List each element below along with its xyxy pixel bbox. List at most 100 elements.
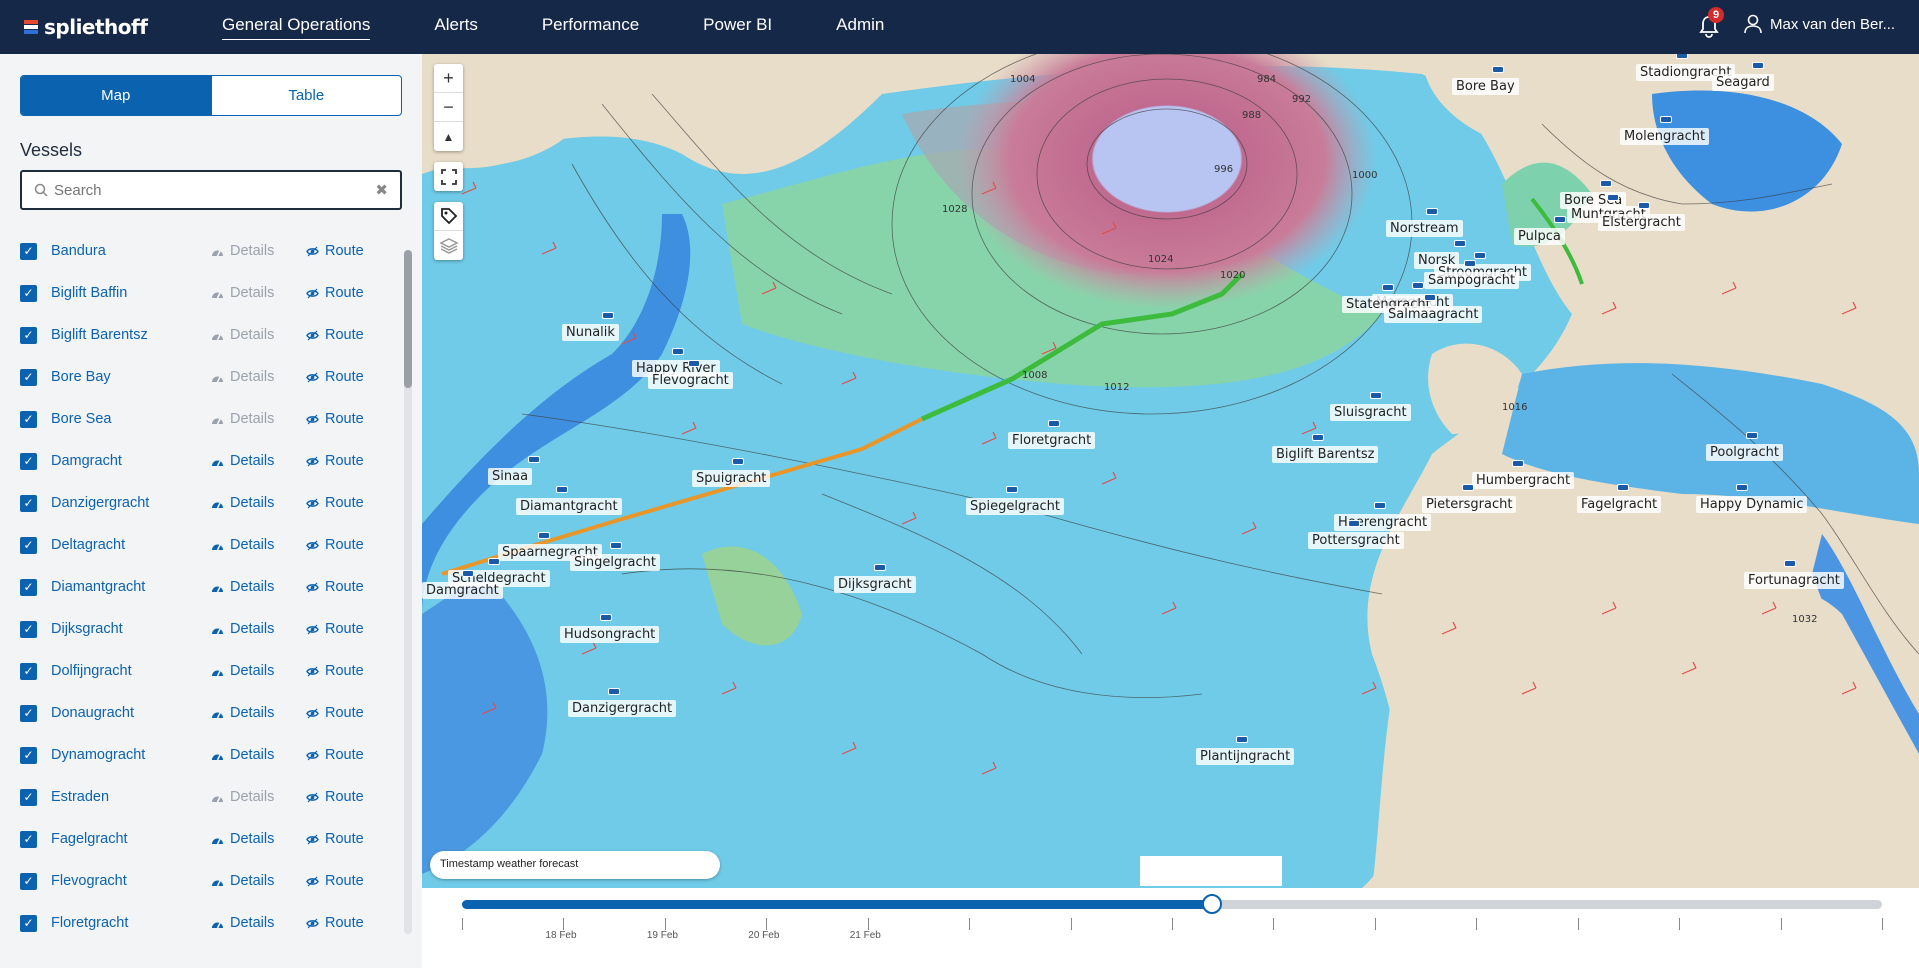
vessel-map-label[interactable]: Pulpca xyxy=(1514,228,1565,245)
vessel-marker-icon[interactable] xyxy=(1374,502,1386,509)
vessel-route-toggle[interactable]: Route xyxy=(306,831,364,847)
vessel-route-toggle[interactable]: Route xyxy=(306,411,364,427)
vessel-route-toggle[interactable]: Route xyxy=(306,285,364,301)
timeline-handle[interactable] xyxy=(1201,894,1222,914)
vessel-checkbox[interactable]: ✓ xyxy=(20,242,37,260)
vessel-checkbox[interactable]: ✓ xyxy=(20,284,37,302)
vessel-marker-icon[interactable] xyxy=(1370,392,1382,399)
vessel-map-label[interactable]: Happy Dynamic xyxy=(1696,496,1808,513)
vessel-checkbox[interactable]: ✓ xyxy=(20,746,37,764)
vessel-marker-icon[interactable] xyxy=(538,532,550,539)
vessel-details-link[interactable]: Details xyxy=(211,621,306,637)
vessel-map-label[interactable]: Salmaagracht xyxy=(1384,306,1483,323)
vessel-name[interactable]: Bandura xyxy=(51,243,211,259)
vessel-marker-icon[interactable] xyxy=(1746,432,1758,439)
vessel-checkbox[interactable]: ✓ xyxy=(20,872,37,890)
vessel-name[interactable]: Bore Sea xyxy=(51,411,211,427)
vessel-map-label[interactable]: Bore Bay xyxy=(1452,78,1519,95)
vessel-marker-icon[interactable] xyxy=(608,688,620,695)
vessel-marker-icon[interactable] xyxy=(1462,484,1474,491)
tag-icon[interactable] xyxy=(434,202,463,231)
vessel-map-label[interactable]: Molengracht xyxy=(1620,128,1710,145)
vessel-checkbox[interactable]: ✓ xyxy=(20,578,37,596)
vessel-map-label[interactable]: Biglift Barentsz xyxy=(1272,446,1379,463)
vessel-marker-icon[interactable] xyxy=(1676,54,1688,59)
user-menu[interactable]: Max van den Ber... xyxy=(1744,14,1895,34)
vessel-marker-icon[interactable] xyxy=(874,564,886,571)
vessel-marker-icon[interactable] xyxy=(488,558,500,565)
vessel-route-toggle[interactable]: Route xyxy=(306,663,364,679)
vessel-details-link[interactable]: Details xyxy=(211,663,306,679)
vessel-marker-icon[interactable] xyxy=(1464,260,1476,267)
vessel-name[interactable]: Fagelgracht xyxy=(51,831,211,847)
vessel-map-label[interactable]: Fortunagracht xyxy=(1744,572,1844,589)
vessel-map-label[interactable]: Floretgracht xyxy=(1008,432,1096,449)
nav-item-power-bi[interactable]: Power BI xyxy=(703,15,772,39)
nav-item-general-operations[interactable]: General Operations xyxy=(222,15,371,40)
vessel-marker-icon[interactable] xyxy=(1412,282,1424,289)
vessel-name[interactable]: Dijksgracht xyxy=(51,621,211,637)
vessel-marker-icon[interactable] xyxy=(1048,420,1060,427)
nav-item-performance[interactable]: Performance xyxy=(542,15,639,39)
vessel-marker-icon[interactable] xyxy=(688,360,700,367)
vessel-marker-icon[interactable] xyxy=(1474,252,1486,259)
table-view-button[interactable]: Table xyxy=(210,76,402,115)
vessel-marker-icon[interactable] xyxy=(602,312,614,319)
vessel-name[interactable]: Dolfijngracht xyxy=(51,663,211,679)
vessel-details-link[interactable]: Details xyxy=(211,243,306,259)
vessel-marker-icon[interactable] xyxy=(1006,486,1018,493)
vessel-map-label[interactable]: Dijksgracht xyxy=(834,576,916,593)
vessel-checkbox[interactable]: ✓ xyxy=(20,410,37,428)
vessel-route-toggle[interactable]: Route xyxy=(306,705,364,721)
vessel-map-label[interactable]: Damgracht xyxy=(422,582,503,599)
vessel-route-toggle[interactable]: Route xyxy=(306,621,364,637)
vessel-marker-icon[interactable] xyxy=(1607,194,1619,201)
vessel-map-label[interactable]: Flevogracht xyxy=(648,372,733,389)
vessel-details-link[interactable]: Details xyxy=(211,453,306,469)
vessel-map-label[interactable]: Humbergracht xyxy=(1472,472,1575,489)
vessel-name[interactable]: Damgracht xyxy=(51,453,211,469)
vessel-map-label[interactable]: Nunalik xyxy=(562,324,619,341)
vessel-details-link[interactable]: Details xyxy=(211,369,306,385)
vessel-details-link[interactable]: Details xyxy=(211,411,306,427)
vessel-marker-icon[interactable] xyxy=(600,614,612,621)
vessel-name[interactable]: Bore Bay xyxy=(51,369,211,385)
vessel-marker-icon[interactable] xyxy=(1660,116,1672,123)
layers-icon[interactable] xyxy=(434,231,463,260)
vessel-map-label[interactable]: Sinaa xyxy=(488,468,533,485)
vessel-route-toggle[interactable]: Route xyxy=(306,453,364,469)
vessel-details-link[interactable]: Details xyxy=(211,747,306,763)
vessel-checkbox[interactable]: ✓ xyxy=(20,620,37,638)
vessel-route-toggle[interactable]: Route xyxy=(306,873,364,889)
vessel-map-label[interactable]: Plantijngracht xyxy=(1196,748,1295,765)
vessel-map-label[interactable]: Poolgracht xyxy=(1706,444,1783,461)
vessel-map-label[interactable]: Danzigergracht xyxy=(568,700,677,717)
vessel-map-label[interactable]: Singelgracht xyxy=(570,554,661,571)
vessel-name[interactable]: Estraden xyxy=(51,789,211,805)
vessel-route-toggle[interactable]: Route xyxy=(306,537,364,553)
vessel-route-toggle[interactable]: Route xyxy=(306,327,364,343)
vessel-route-toggle[interactable]: Route xyxy=(306,369,364,385)
vessel-marker-icon[interactable] xyxy=(732,458,744,465)
vessel-route-toggle[interactable]: Route xyxy=(306,243,364,259)
vessel-list-scrollbar-thumb[interactable] xyxy=(404,250,412,388)
map-view-button[interactable]: Map xyxy=(21,76,211,115)
vessel-name[interactable]: Floretgracht xyxy=(51,915,211,931)
vessel-checkbox[interactable]: ✓ xyxy=(20,914,37,932)
fullscreen-icon[interactable] xyxy=(434,162,463,191)
vessel-details-link[interactable]: Details xyxy=(211,831,306,847)
vessel-name[interactable]: Biglift Barentsz xyxy=(51,327,211,343)
vessel-map-label[interactable]: Norstream xyxy=(1386,220,1463,237)
vessel-route-toggle[interactable]: Route xyxy=(306,495,364,511)
vessel-map-label[interactable]: Diamantgracht xyxy=(516,498,622,515)
vessel-name[interactable]: Biglift Baffin xyxy=(51,285,211,301)
vessel-map-label[interactable]: Pottersgracht xyxy=(1308,532,1404,549)
vessel-name[interactable]: Deltagracht xyxy=(51,537,211,553)
vessel-marker-icon[interactable] xyxy=(1752,62,1764,69)
vessel-name[interactable]: Diamantgracht xyxy=(51,579,211,595)
vessel-details-link[interactable]: Details xyxy=(211,537,306,553)
vessel-marker-icon[interactable] xyxy=(556,486,568,493)
vessel-route-toggle[interactable]: Route xyxy=(306,915,364,931)
vessel-marker-icon[interactable] xyxy=(1424,294,1436,301)
vessel-map-label[interactable]: Seagard xyxy=(1712,74,1774,91)
